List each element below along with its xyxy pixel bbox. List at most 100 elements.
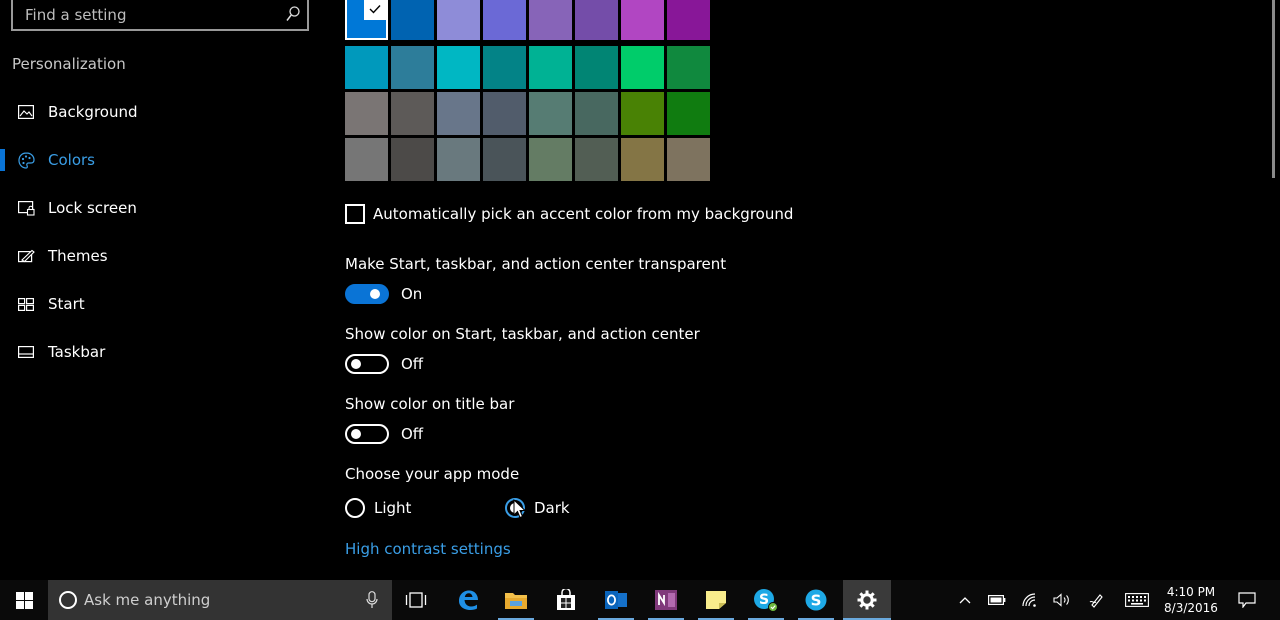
transparency-label: Make Start, taskbar, and action center t… — [345, 255, 727, 273]
sidebar-item-label: Start — [48, 295, 85, 313]
color-swatch[interactable] — [575, 92, 618, 135]
sidebar-item-lock-screen[interactable]: Lock screen — [0, 188, 320, 228]
color-swatch[interactable] — [529, 92, 572, 135]
color-swatch[interactable] — [345, 92, 388, 135]
sidebar-item-colors[interactable]: Colors — [0, 140, 320, 180]
color-swatch[interactable] — [391, 138, 434, 181]
transparency-toggle[interactable] — [345, 284, 389, 304]
sticky-notes-button[interactable] — [694, 580, 738, 620]
scroll-thumb[interactable] — [1272, 0, 1275, 178]
color-swatch[interactable] — [483, 46, 526, 89]
taskbar: Ask me anything S S 4:10 PM 8/3/2016 — [0, 580, 1280, 620]
color-swatch[interactable] — [483, 138, 526, 181]
color-swatch[interactable] — [621, 138, 664, 181]
toggle-knob — [351, 359, 361, 369]
color-swatch[interactable] — [391, 0, 434, 40]
battery-button[interactable] — [985, 580, 1009, 620]
touch-keyboard-button[interactable] — [1122, 580, 1152, 620]
pen-workspace-button[interactable] — [1085, 580, 1109, 620]
color-swatch[interactable] — [391, 92, 434, 135]
sidebar-item-background[interactable]: Background — [0, 92, 320, 132]
start-icon — [17, 295, 35, 313]
action-center-button[interactable] — [1230, 580, 1264, 620]
color-swatch[interactable] — [667, 0, 710, 40]
onenote-button[interactable] — [644, 580, 688, 620]
volume-button[interactable] — [1050, 580, 1074, 620]
scrollbar[interactable] — [1264, 0, 1276, 580]
sidebar-item-label: Taskbar — [48, 343, 106, 361]
clock-time: 4:10 PM — [1166, 585, 1216, 599]
radio-circle[interactable] — [345, 498, 365, 518]
settings-app-button[interactable] — [843, 580, 891, 620]
show-color-start-toggle[interactable] — [345, 354, 389, 374]
sidebar-item-start[interactable]: Start — [0, 284, 320, 324]
store-icon — [557, 589, 575, 610]
show-color-title-toggle[interactable] — [345, 424, 389, 444]
color-swatch[interactable] — [529, 138, 572, 181]
search-box[interactable] — [11, 0, 309, 31]
keyboard-icon — [1125, 593, 1149, 607]
color-swatch[interactable] — [345, 138, 388, 181]
color-swatch[interactable] — [437, 92, 480, 135]
sticky-notes-icon — [706, 591, 726, 609]
task-view-icon — [405, 592, 427, 608]
edge-button[interactable] — [446, 580, 490, 620]
file-explorer-button[interactable] — [494, 580, 538, 620]
sidebar-item-taskbar[interactable]: Taskbar — [0, 332, 320, 372]
network-button[interactable] — [1018, 580, 1042, 620]
color-swatch[interactable] — [529, 0, 572, 40]
skype-business-button[interactable]: S — [744, 580, 788, 620]
show-color-title-label: Show color on title bar — [345, 395, 515, 413]
start-button[interactable] — [0, 580, 48, 620]
color-swatch[interactable] — [391, 46, 434, 89]
store-button[interactable] — [544, 580, 588, 620]
show-hidden-icons-button[interactable] — [954, 580, 976, 620]
sidebar-item-label: Background — [48, 103, 138, 121]
checkbox-box[interactable] — [345, 204, 365, 224]
color-swatch[interactable] — [437, 138, 480, 181]
sidebar: Personalization Background Colors Lock s… — [0, 0, 320, 580]
color-swatch[interactable] — [575, 0, 618, 40]
search-icon[interactable] — [286, 6, 300, 22]
app-mode-light-radio[interactable]: Light — [345, 497, 411, 519]
color-swatch[interactable] — [483, 92, 526, 135]
settings-gear-icon — [857, 590, 877, 610]
color-swatch[interactable] — [575, 46, 618, 89]
color-swatch[interactable] — [667, 138, 710, 181]
show-color-title-setting: Off — [345, 423, 423, 445]
color-swatch[interactable] — [437, 46, 480, 89]
color-swatch[interactable] — [483, 0, 526, 40]
cortana-placeholder: Ask me anything — [84, 591, 211, 609]
section-title: Personalization — [12, 55, 126, 73]
file-explorer-icon — [505, 593, 527, 609]
color-swatch[interactable] — [345, 46, 388, 89]
outlook-button[interactable] — [594, 580, 638, 620]
svg-text:S: S — [811, 592, 822, 610]
skype-button[interactable]: S — [794, 580, 838, 620]
color-swatch[interactable] — [529, 46, 572, 89]
color-swatch[interactable] — [667, 46, 710, 89]
themes-icon — [17, 247, 35, 265]
checkbox-label: Automatically pick an accent color from … — [373, 205, 794, 223]
clock-button[interactable]: 4:10 PM 8/3/2016 — [1160, 580, 1222, 620]
high-contrast-settings-link[interactable]: High contrast settings — [345, 540, 511, 558]
auto-pick-accent-checkbox[interactable]: Automatically pick an accent color from … — [345, 203, 793, 225]
color-swatch[interactable] — [345, 0, 388, 40]
taskbar-icon — [17, 343, 35, 361]
task-view-button[interactable] — [394, 580, 438, 620]
picture-icon — [17, 103, 35, 121]
toggle-state: Off — [401, 355, 424, 373]
color-swatch[interactable] — [621, 0, 664, 40]
color-swatch[interactable] — [621, 46, 664, 89]
microphone-icon[interactable] — [366, 591, 378, 609]
color-swatch[interactable] — [621, 92, 664, 135]
clock-date: 8/3/2016 — [1164, 601, 1218, 615]
color-swatch[interactable] — [667, 92, 710, 135]
search-input[interactable] — [25, 3, 275, 27]
onenote-icon — [655, 590, 677, 610]
color-swatch[interactable] — [437, 0, 480, 40]
color-swatch[interactable] — [575, 138, 618, 181]
sidebar-item-themes[interactable]: Themes — [0, 236, 320, 276]
cortana-icon — [59, 591, 77, 609]
cortana-search-box[interactable]: Ask me anything — [48, 580, 392, 620]
